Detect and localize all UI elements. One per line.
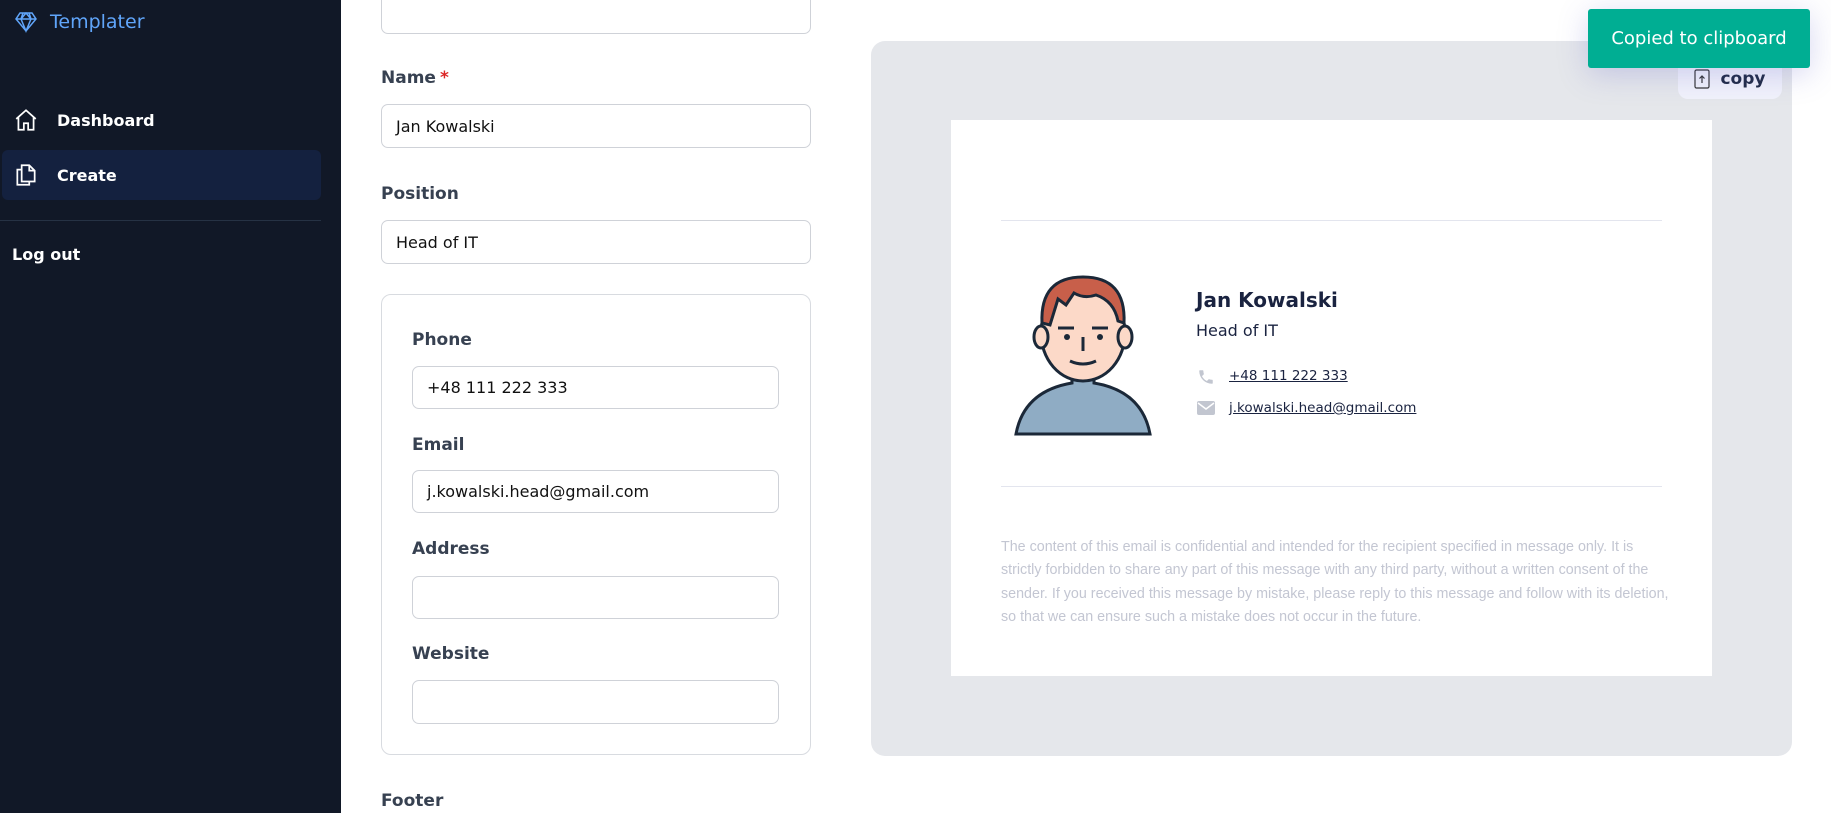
signature-name: Jan Kowalski	[1196, 288, 1338, 312]
website-input[interactable]	[412, 680, 779, 724]
signature-preview: Jan Kowalski Head of IT +48 111 222 333 …	[951, 120, 1712, 676]
footer-label: Footer	[381, 791, 444, 811]
home-icon	[15, 109, 37, 131]
envelope-icon	[1197, 401, 1215, 415]
sidebar-item-label: Create	[57, 165, 117, 185]
divider	[1001, 220, 1662, 221]
sidebar-item-create[interactable]: Create	[2, 150, 321, 200]
sidebar: Templater Dashboard Create Log out	[0, 0, 341, 813]
previous-field-input[interactable]	[381, 0, 811, 34]
signature-position: Head of IT	[1196, 321, 1278, 340]
email-input[interactable]: j.kowalski.head@gmail.com	[412, 470, 779, 513]
brand-logo[interactable]: Templater	[14, 10, 145, 34]
name-input[interactable]: Jan Kowalski	[381, 104, 811, 148]
signature-email-link[interactable]: j.kowalski.head@gmail.com	[1229, 400, 1416, 416]
signature-phone-link[interactable]: +48 111 222 333	[1229, 368, 1348, 384]
brand-name: Templater	[50, 11, 145, 33]
position-input[interactable]: Head of IT	[381, 220, 811, 264]
clipboard-upload-icon	[1694, 68, 1711, 89]
address-input[interactable]	[412, 576, 779, 619]
divider	[1001, 486, 1662, 487]
phone-label: Phone	[412, 330, 472, 350]
phone-input[interactable]: +48 111 222 333	[412, 366, 779, 409]
required-marker: *	[439, 68, 449, 88]
toast-notification: Copied to clipboard	[1588, 9, 1810, 68]
copy-label: copy	[1720, 68, 1766, 89]
logout-link[interactable]: Log out	[12, 245, 80, 264]
avatar	[1014, 275, 1152, 436]
sidebar-item-label: Dashboard	[57, 110, 155, 130]
phone-icon	[1199, 370, 1213, 384]
diamond-icon	[15, 11, 37, 33]
sidebar-divider	[0, 220, 321, 221]
name-label: Name *	[381, 68, 449, 88]
sidebar-item-dashboard[interactable]: Dashboard	[2, 95, 321, 145]
position-label: Position	[381, 184, 459, 204]
address-label: Address	[412, 539, 490, 559]
website-label: Website	[412, 644, 490, 664]
disclaimer-text: The content of this email is confidentia…	[1001, 539, 1669, 625]
email-label: Email	[412, 435, 465, 455]
documents-icon	[16, 164, 36, 186]
